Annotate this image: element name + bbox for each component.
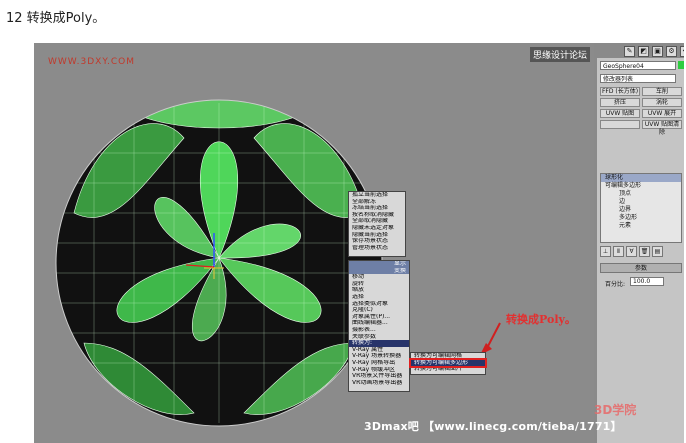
viewport-toolbar: ✎ ◩ ▣ ⚙ ✥ — [624, 46, 684, 57]
stack-item-spherify[interactable]: 球形化 — [601, 174, 681, 182]
menu-item-convert-editable-patch[interactable]: 转换为可编辑面片 — [411, 366, 485, 373]
menu-header-transform: 变换 — [349, 267, 409, 275]
modifier-button[interactable] — [600, 120, 640, 129]
stack-item-editable-poly[interactable]: 可编辑多边形 — [601, 182, 681, 190]
menu-item-clone[interactable]: 克隆(C) — [349, 307, 409, 314]
modifier-button[interactable]: FFD (长方体) — [600, 87, 640, 96]
max-screenshot: WWW.3DXY.COM 思缘设计论坛 孤立当前选择 全部解冻 冻结当前选择 按… — [34, 43, 684, 443]
menu-item-select-similar[interactable]: 选择类似对象 — [349, 301, 409, 308]
stack-subitem-border[interactable]: 边界 — [601, 206, 681, 214]
percent-label: 百分比: — [605, 281, 626, 288]
object-color-swatch[interactable] — [678, 61, 684, 69]
menu-item[interactable]: 冻结当前选择 — [349, 205, 405, 212]
menu-item[interactable]: 管理场景状态 — [349, 245, 405, 252]
modifier-button[interactable]: 车削 — [642, 87, 682, 96]
menu-item-select[interactable]: 选择 — [349, 294, 409, 301]
select-icon[interactable]: ◩ — [638, 46, 649, 57]
perspective-viewport[interactable]: WWW.3DXY.COM 思缘设计论坛 孤立当前选择 全部解冻 冻结当前选择 按… — [34, 43, 594, 443]
menu-item-vray-scene-converter[interactable]: V-Ray 场景转换器 — [349, 353, 409, 360]
modifier-button[interactable]: 挤压 — [600, 98, 640, 107]
menu-item-curve-editor[interactable]: 曲线编辑器... — [349, 320, 409, 327]
modifier-button[interactable]: UVW 贴图 — [600, 109, 640, 118]
footer-text: 3Dmax吧 【www.linecg.com/tieba/1771】 — [364, 420, 622, 433]
menu-item-convert-editable-mesh[interactable]: 转换为可编辑网格 — [411, 353, 485, 360]
menu-item[interactable]: 保存场景状态 — [349, 238, 405, 245]
pin-stack-icon[interactable]: ⊥ — [600, 246, 611, 257]
parameters-rollout[interactable]: 参数 — [600, 263, 682, 273]
menu-item-wire-parameters[interactable]: 关联参数 — [349, 334, 409, 341]
footer-logo: 3D学院 — [594, 403, 637, 417]
menu-item[interactable]: 隐藏未选定对象 — [349, 225, 405, 232]
stack-subitem-edge[interactable]: 边 — [601, 198, 681, 206]
geosphere-render — [55, 99, 501, 427]
menu-item-convert-to[interactable]: 转换为: — [349, 340, 409, 347]
stack-subitem-vertex[interactable]: 顶点 — [601, 190, 681, 198]
stack-subitem-element[interactable]: 元素 — [601, 222, 681, 230]
command-panel: GeoSphere04 修改器列表 FFD (长方体) 车削 挤压 涡轮 UVW… — [597, 58, 684, 443]
percent-spinner[interactable]: 100.0 — [630, 277, 664, 286]
utility-icon[interactable]: ⚙ — [666, 46, 677, 57]
menu-item-vray-mesh-export[interactable]: V-Ray 网格导出 — [349, 360, 409, 367]
menu-item[interactable]: 隐藏当前选择 — [349, 232, 405, 239]
menu-item-object-properties[interactable]: 对象属性(P)... — [349, 314, 409, 321]
object-name-field[interactable]: GeoSphere04 — [600, 61, 676, 70]
quad-menu-display: 孤立当前选择 全部解冻 冻结当前选择 按名称取消隐藏 全部取消隐藏 隐藏未选定对… — [348, 191, 406, 257]
modifier-button[interactable]: UVW 贴图清除 — [642, 120, 682, 136]
menu-item[interactable]: 全部解冻 — [349, 199, 405, 206]
pin-icon[interactable]: ✎ — [624, 46, 635, 57]
menu-item-vray-anim-exporter[interactable]: VR动画场景导出器 — [349, 380, 409, 387]
menu-header-display: 显示 — [349, 261, 409, 268]
caption: 12 转换成Poly。 — [6, 11, 106, 26]
menu-item-vray-scene-exporter[interactable]: VR场景文件导出器 — [349, 373, 409, 380]
menu-item[interactable]: 孤立当前选择 — [349, 192, 405, 199]
stack-toolbar: ⊥ Ⅱ ∀ 🗑 ▤ — [600, 246, 682, 257]
pan-icon[interactable]: ✥ — [680, 46, 684, 57]
menu-item-vray-frame-buffer[interactable]: V-Ray 帧缓冲区 — [349, 367, 409, 374]
menu-item-rotate[interactable]: 旋转 — [349, 281, 409, 288]
modifier-list-dropdown[interactable]: 修改器列表 — [600, 74, 676, 83]
watermark-text: WWW.3DXY.COM — [48, 57, 136, 67]
menu-item[interactable]: 按名称取消隐藏 — [349, 212, 405, 219]
menu-item[interactable]: 全部取消隐藏 — [349, 218, 405, 225]
stack-subitem-polygon[interactable]: 多边形 — [601, 214, 681, 222]
annotation-text: 转换成Poly。 — [506, 313, 576, 326]
display-icon[interactable]: ▣ — [652, 46, 663, 57]
remove-modifier-icon[interactable]: 🗑 — [639, 246, 650, 257]
menu-item-scale[interactable]: 缩放 — [349, 287, 409, 294]
convert-to-submenu: 转换为可编辑网格 转换为可编辑多边形 转换为可编辑面片 — [409, 352, 487, 375]
modifier-button[interactable]: UVW 展开 — [642, 109, 682, 118]
modifier-button[interactable]: 涡轮 — [642, 98, 682, 107]
menu-item-vray-properties[interactable]: V-Ray 属性 — [349, 347, 409, 354]
menu-item-move[interactable]: 移动 — [349, 274, 409, 281]
viewport-label: 思缘设计论坛 — [529, 47, 590, 62]
quad-menu-transform: 显示 变换 移动 旋转 缩放 选择 选择类似对象 克隆(C) 对象属性(P)..… — [348, 260, 410, 392]
menu-item-convert-editable-poly[interactable]: 转换为可编辑多边形 — [409, 357, 487, 369]
configure-icon[interactable]: ▤ — [652, 246, 663, 257]
make-unique-icon[interactable]: ∀ — [626, 246, 637, 257]
modifier-stack: 球形化 可编辑多边形 顶点 边 边界 多边形 元素 — [600, 173, 682, 243]
menu-item-dope-sheet[interactable]: 摄影表... — [349, 327, 409, 334]
show-end-result-icon[interactable]: Ⅱ — [613, 246, 624, 257]
